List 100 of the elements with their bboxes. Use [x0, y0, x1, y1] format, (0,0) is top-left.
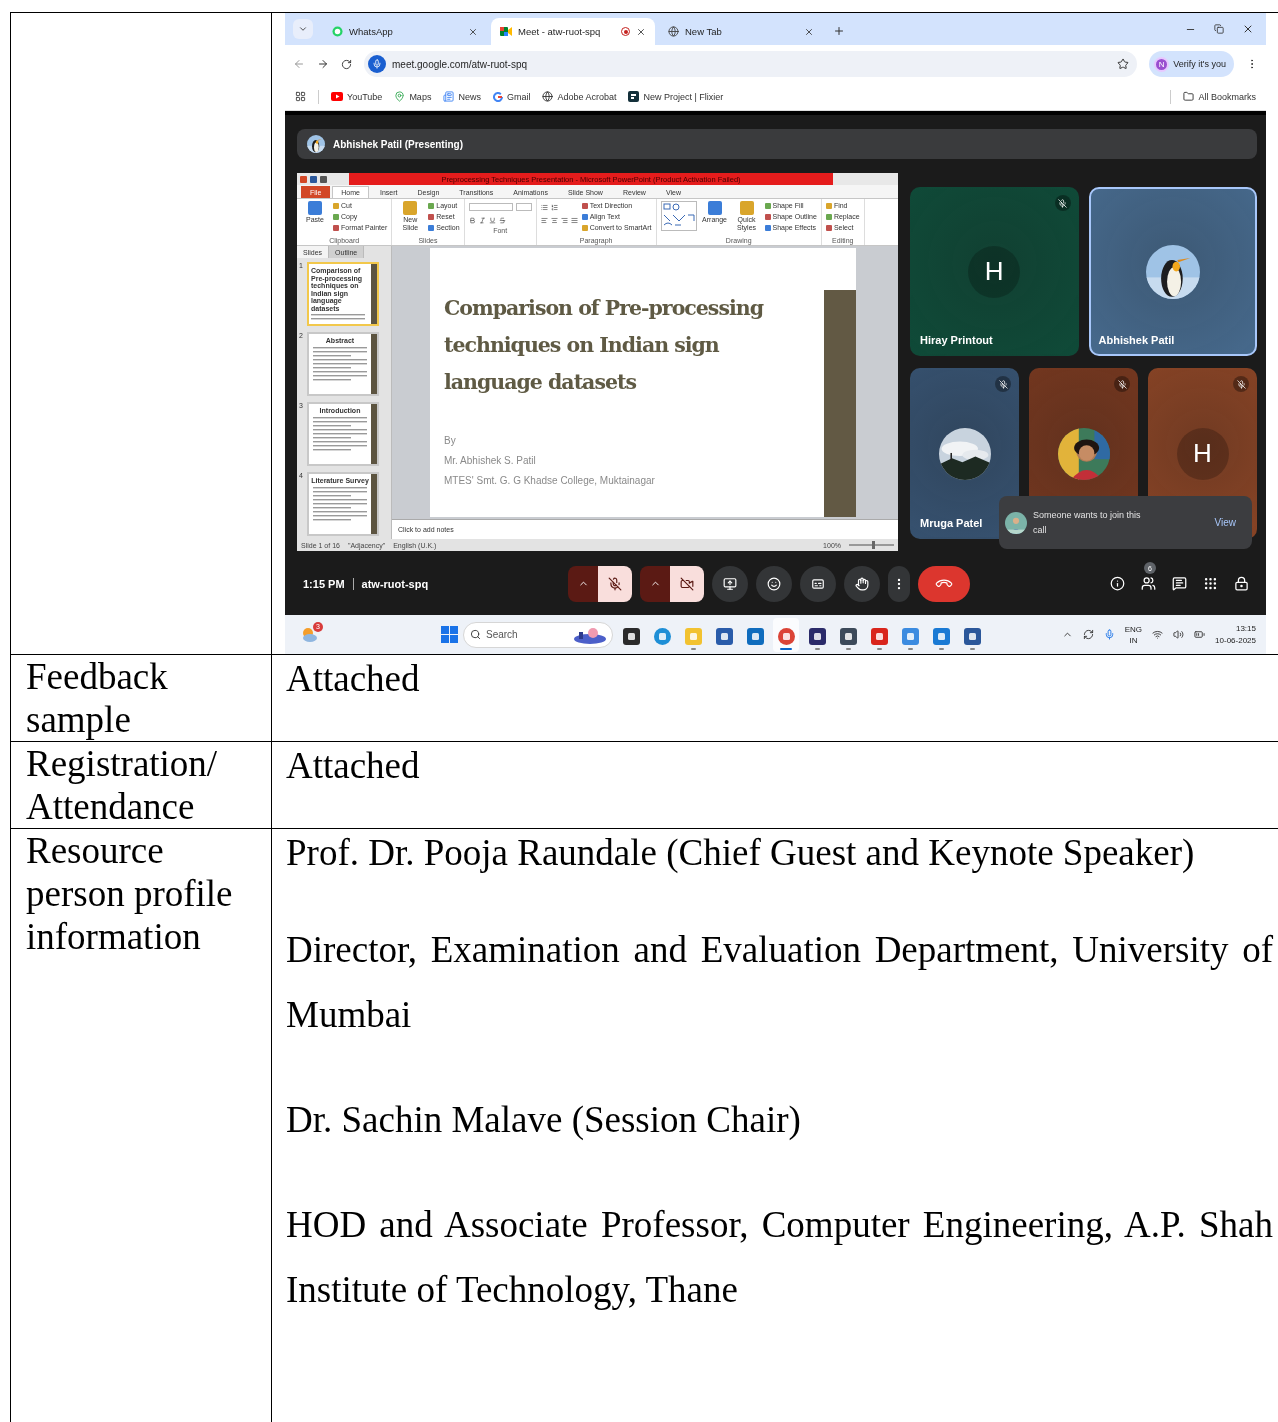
accent-stripe [371, 474, 377, 534]
text-lines-drawing [313, 415, 367, 452]
text-lines-drawing [313, 485, 367, 522]
close-icon[interactable] [636, 26, 646, 37]
language-indicator[interactable]: ENG IN [1124, 623, 1143, 646]
paragraph: Director, Examination and Evaluation Department, University of Mumbai [286, 928, 1273, 1037]
font-field[interactable] [468, 203, 513, 211]
meeting-code: atw-ruot-spq [361, 577, 429, 590]
globe-icon [542, 91, 554, 102]
clock-icon [932, 627, 950, 645]
participant-tile[interactable]: Abhishek Patil [1088, 187, 1257, 356]
monitor-icon [839, 627, 857, 645]
hang-up-button[interactable] [918, 565, 971, 602]
participant-name: Abhishek Patil [1098, 334, 1175, 346]
mic-icon[interactable] [1103, 629, 1115, 640]
numbering-icon[interactable] [550, 203, 558, 211]
reload-icon[interactable] [341, 58, 352, 70]
close-icon[interactable] [1242, 23, 1254, 35]
activities-icon[interactable] [1203, 576, 1218, 591]
bookmark-link[interactable]: New Project | Flixier [628, 91, 724, 102]
audio-options-button[interactable] [568, 565, 599, 602]
forward-icon[interactable] [317, 58, 329, 70]
star-icon[interactable] [1117, 58, 1130, 70]
bookmark-link[interactable]: Gmail [492, 91, 531, 102]
bullets-icon[interactable] [540, 203, 548, 211]
video-camera-icon [500, 26, 512, 37]
raise-hand-button[interactable] [844, 565, 881, 602]
mic-off-icon [608, 576, 623, 591]
size-field[interactable] [515, 203, 532, 211]
undo-icon[interactable] [320, 175, 327, 183]
bookmark-link[interactable]: YouTube [331, 91, 383, 102]
view-button[interactable]: View [1214, 517, 1236, 528]
participant-tile[interactable]: Mruga Patel [910, 368, 1019, 539]
document-icon [963, 627, 981, 645]
emoji-button[interactable] [756, 565, 793, 602]
chevron-down-icon [298, 24, 308, 34]
address-bar[interactable]: meet.google.com/atw-ruot-spq [364, 51, 1138, 77]
sync-icon[interactable] [1082, 629, 1094, 640]
battery-icon[interactable] [1194, 629, 1206, 640]
new-tab-icon[interactable] [833, 25, 845, 37]
shapes-gallery[interactable] [660, 201, 697, 231]
clock[interactable]: 13:15 10-06-2025 [1215, 622, 1256, 647]
volume-icon[interactable] [1173, 629, 1185, 640]
profile-chip[interactable]: N Verify it's you [1149, 51, 1234, 77]
lock-icon[interactable] [1234, 576, 1249, 591]
tab-title: Meet - atw-ruot-spq [518, 26, 601, 37]
avatar: H [968, 245, 1021, 298]
photo-icon [901, 627, 919, 645]
row-label: Resource person profile information [26, 830, 233, 957]
hand-icon [855, 576, 870, 591]
restore-icon[interactable] [1214, 24, 1224, 34]
browser-tab[interactable]: New Tab [659, 18, 823, 45]
meeting-time: 1:15 PM [302, 577, 345, 590]
bookmarks-folder[interactable]: All Bookmarks [1183, 91, 1256, 102]
browser-icon [653, 627, 671, 645]
app-icon [808, 627, 826, 645]
taskbar-app[interactable] [773, 617, 799, 652]
close-icon[interactable] [468, 26, 478, 37]
accent-stripe [371, 404, 377, 464]
camera-off-icon [680, 576, 695, 591]
video-options-button[interactable] [640, 565, 671, 602]
map-pin-icon [394, 91, 406, 102]
close-icon[interactable] [804, 26, 814, 37]
captions-button[interactable] [800, 565, 837, 602]
bold-icon[interactable] [468, 216, 476, 224]
wifi-icon[interactable] [1152, 629, 1164, 640]
bookmark-link[interactable]: Maps [394, 91, 432, 102]
italic-icon[interactable] [478, 216, 486, 224]
paragraph: Attached [286, 657, 421, 701]
bookmark-link[interactable]: News [443, 91, 481, 102]
chat-icon [332, 26, 343, 37]
browser-tab[interactable]: Meet - atw-ruot-spq [491, 18, 655, 45]
browser-icon [777, 627, 795, 645]
align-center-icon[interactable] [550, 216, 558, 224]
start-icon[interactable] [441, 626, 458, 643]
microphone-button[interactable] [598, 565, 633, 602]
align-right-icon[interactable] [560, 216, 568, 224]
participant-tile[interactable]: H Hiray Printout [910, 187, 1079, 356]
search-field[interactable]: Search [463, 621, 613, 648]
slide-title: techniques on Indian sign [444, 332, 721, 359]
justify-icon[interactable] [570, 216, 578, 224]
apps-icon[interactable] [295, 91, 306, 102]
bookmark-link[interactable]: Adobe Acrobat [542, 91, 617, 102]
smile-icon [767, 576, 782, 591]
save-icon[interactable] [310, 175, 317, 183]
app-icon [628, 91, 640, 102]
toast-message: Someone wants to join this call [1033, 508, 1142, 537]
strikethrough-icon[interactable] [498, 216, 506, 224]
ring-icon [492, 91, 503, 102]
globe-icon [668, 26, 679, 37]
camera-button[interactable] [670, 565, 705, 602]
info-icon[interactable] [1110, 576, 1125, 591]
row-label: Registration/ Attendance [26, 743, 218, 827]
align-left-icon[interactable] [540, 216, 548, 224]
paragraph: Attached [286, 744, 421, 788]
browser-tab[interactable]: WhatsApp [323, 18, 487, 45]
chat-icon[interactable] [1172, 576, 1187, 591]
present-button[interactable] [712, 565, 749, 602]
slide-text: By [444, 434, 457, 448]
profile-avatar: N [1154, 56, 1170, 72]
